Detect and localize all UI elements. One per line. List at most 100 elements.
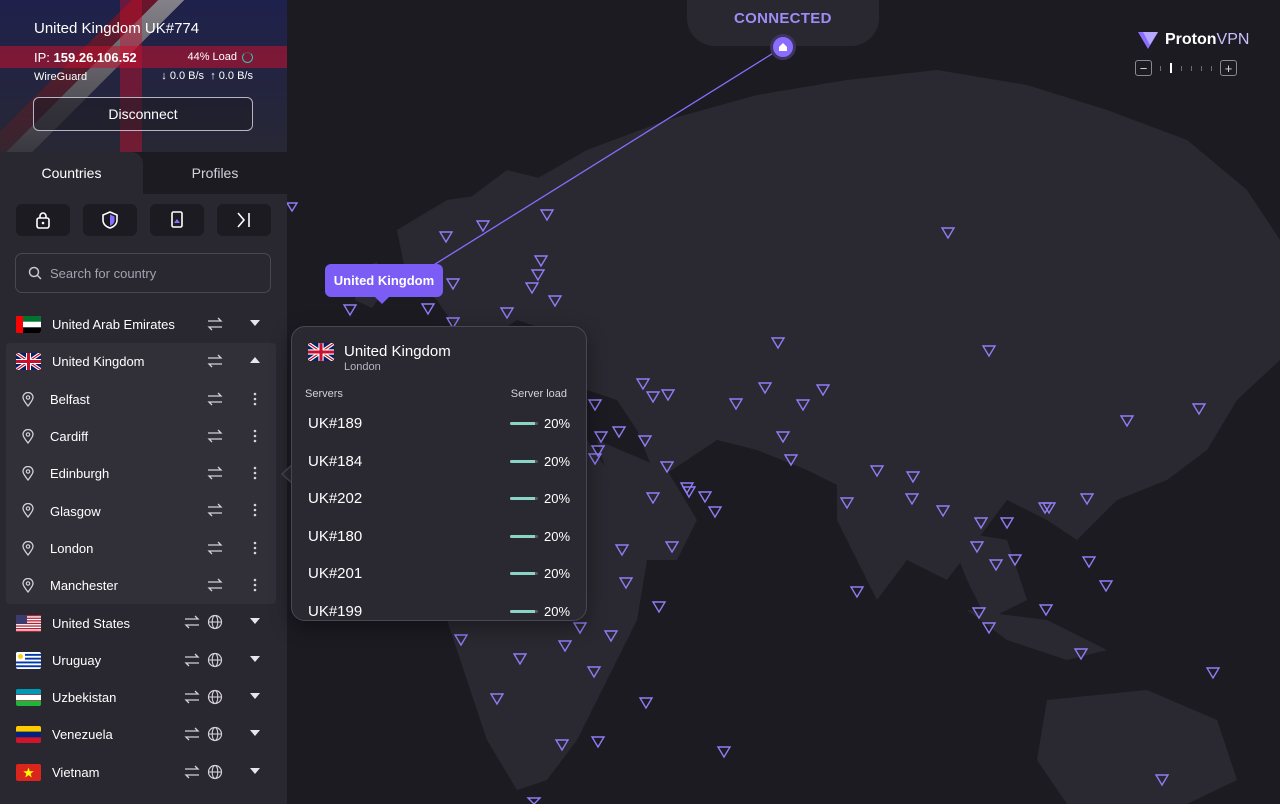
globe-icon[interactable] — [207, 726, 223, 742]
zoom-out-button[interactable]: − — [1135, 60, 1152, 76]
zoom-slider[interactable] — [1160, 63, 1212, 73]
country-row-venezuela[interactable]: Venezuela — [6, 716, 276, 753]
connect-arrows-icon[interactable] — [206, 502, 224, 518]
disconnect-button[interactable]: Disconnect — [33, 97, 253, 131]
uk-flag-icon — [308, 343, 334, 361]
connect-arrows-icon[interactable] — [206, 465, 224, 481]
country-label: United States — [52, 615, 131, 631]
popup-city: London — [344, 361, 381, 373]
filter-shield-button[interactable] — [83, 204, 137, 236]
globe-icon[interactable] — [207, 614, 223, 630]
chevron-down-icon[interactable] — [250, 618, 260, 625]
filter-tor-button[interactable] — [217, 204, 271, 236]
city-row-glasgow[interactable]: Glasgow — [6, 492, 276, 529]
city-row-london[interactable]: London — [6, 530, 276, 567]
city-label: Edinburgh — [50, 466, 110, 482]
globe-icon[interactable] — [207, 652, 223, 668]
country-label: United Arab Emirates — [52, 317, 175, 333]
city-row-belfast[interactable]: Belfast — [6, 381, 276, 418]
download-arrow-icon: ↓ — [161, 70, 167, 82]
city-label: Manchester — [50, 578, 118, 594]
connect-arrows-icon[interactable] — [206, 391, 224, 407]
connect-arrows-icon[interactable] — [183, 652, 201, 668]
device-icon — [171, 211, 183, 228]
country-row-uruguay[interactable]: Uruguay — [6, 642, 276, 679]
filter-p2p-button[interactable] — [150, 204, 204, 236]
server-name: UK#201 — [308, 565, 363, 583]
tab-countries[interactable]: Countries — [0, 152, 143, 194]
more-options-icon[interactable] — [253, 391, 257, 407]
uk-flag-icon — [16, 353, 41, 371]
tab-profiles[interactable]: Profiles — [143, 152, 287, 194]
more-options-icon[interactable] — [253, 428, 257, 444]
city-row-edinburgh[interactable]: Edinburgh — [6, 455, 276, 492]
country-row-united-states[interactable]: United States — [6, 604, 276, 641]
connection-ip: IP: 159.26.106.52 — [34, 50, 137, 65]
protocol-label: WireGuard — [34, 71, 88, 83]
country-row-vietnam[interactable]: Vietnam — [6, 754, 276, 791]
chevron-up-icon[interactable] — [250, 357, 260, 364]
more-options-icon[interactable] — [253, 540, 257, 556]
connect-arrows-icon[interactable] — [183, 689, 201, 705]
more-options-icon[interactable] — [253, 577, 257, 593]
search-box[interactable] — [15, 253, 271, 293]
globe-icon[interactable] — [207, 764, 223, 780]
server-load-percent: 20% — [544, 528, 571, 544]
connect-arrows-icon[interactable] — [206, 577, 224, 593]
server-row[interactable]: UK#202 20% — [292, 480, 586, 517]
connect-arrows-icon[interactable] — [206, 316, 224, 332]
city-row-manchester[interactable]: Manchester — [6, 567, 276, 604]
server-row[interactable]: UK#201 20% — [292, 555, 586, 592]
country-row-uzbekistan[interactable]: Uzbekistan — [6, 679, 276, 716]
server-name: UK#184 — [308, 452, 363, 470]
search-input[interactable] — [50, 265, 250, 281]
chevron-down-icon[interactable] — [250, 655, 260, 662]
zoom-in-button[interactable]: + — [1220, 60, 1237, 76]
connect-arrows-icon[interactable] — [183, 726, 201, 742]
sidebar-tabs: Countries Profiles — [0, 152, 287, 194]
connect-arrows-icon[interactable] — [206, 353, 224, 369]
city-row-cardiff[interactable]: Cardiff — [6, 418, 276, 455]
filter-bar — [16, 204, 271, 236]
connect-arrows-icon[interactable] — [206, 540, 224, 556]
lock-icon — [36, 212, 50, 229]
more-options-icon[interactable] — [253, 465, 257, 481]
server-load-bar — [510, 497, 538, 501]
connect-arrows-icon[interactable] — [206, 428, 224, 444]
filter-secure-core-button[interactable] — [16, 204, 70, 236]
server-row[interactable]: UK#199 20% — [292, 593, 586, 620]
home-icon — [779, 43, 787, 51]
server-load-column-header: Server load — [510, 388, 567, 400]
server-row[interactable]: UK#180 20% — [292, 518, 586, 555]
connection-status-label: CONNECTED — [734, 10, 832, 27]
uy-flag-icon — [16, 651, 41, 669]
server-load-percent: 20% — [544, 453, 571, 469]
country-row-united-arab-emirates[interactable]: United Arab Emirates — [6, 306, 276, 343]
country-map-tooltip[interactable]: United Kingdom — [325, 264, 443, 304]
speed-readout: ↓ 0.0 B/s ↑ 0.0 B/s — [161, 70, 253, 82]
zoom-control: − + — [1135, 60, 1237, 76]
city-label: Belfast — [50, 391, 90, 407]
server-load-bar — [510, 534, 538, 538]
sidebar: United Kingdom UK#774 IP: 159.26.106.52 … — [0, 0, 287, 804]
server-load: 44% Load — [187, 51, 253, 63]
globe-icon[interactable] — [207, 689, 223, 705]
country-row-united-kingdom[interactable]: United Kingdom — [6, 343, 276, 380]
server-row[interactable]: UK#184 20% — [292, 443, 586, 480]
chevron-down-icon[interactable] — [250, 730, 260, 737]
app-window: United Kingdom UK#774 IP: 159.26.106.52 … — [0, 0, 1280, 804]
connect-arrows-icon[interactable] — [183, 764, 201, 780]
uae-flag-icon — [16, 316, 41, 334]
load-ring-icon — [242, 51, 253, 63]
server-load-percent: 20% — [544, 604, 571, 619]
chevron-down-icon[interactable] — [250, 320, 260, 326]
connect-arrows-icon[interactable] — [183, 614, 201, 630]
city-label: Cardiff — [50, 429, 89, 445]
home-location-pin[interactable] — [770, 34, 796, 60]
server-row[interactable]: UK#189 20% — [292, 405, 586, 442]
more-options-icon[interactable] — [253, 502, 257, 518]
us-flag-icon — [16, 614, 41, 632]
popup-country: United Kingdom — [344, 343, 451, 360]
chevron-down-icon[interactable] — [250, 767, 260, 774]
chevron-down-icon[interactable] — [250, 692, 260, 699]
